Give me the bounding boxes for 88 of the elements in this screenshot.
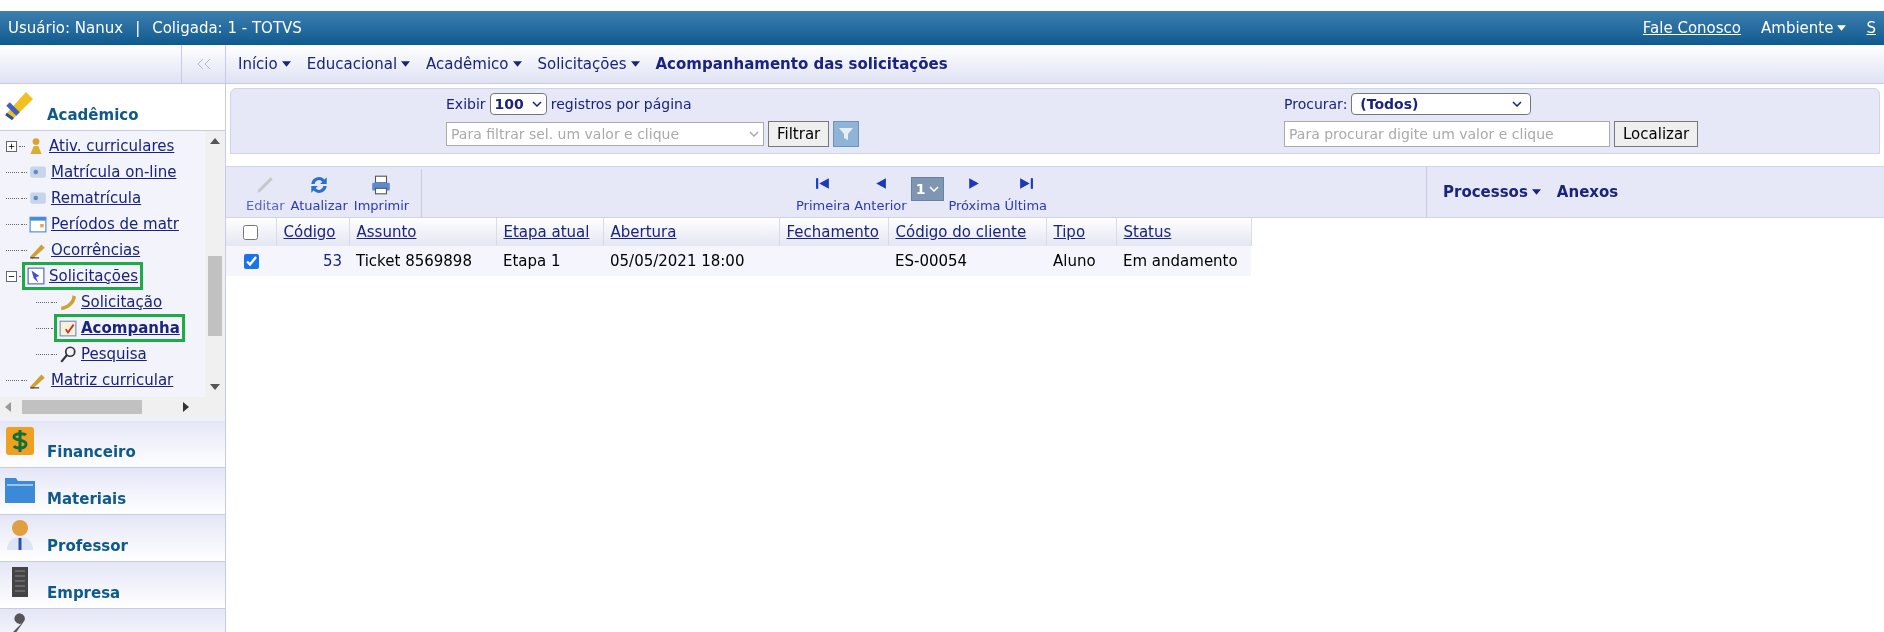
caret-icon (401, 61, 411, 67)
environment-menu[interactable]: Ambiente (1761, 16, 1847, 40)
toolbar-menu[interactable]: Processos (1443, 180, 1541, 204)
tree-link[interactable]: Ocorrências (51, 238, 141, 262)
breadcrumb-menu[interactable]: Acadêmico (426, 52, 522, 76)
table-cell: Em andamento (1116, 246, 1251, 276)
caret-icon (512, 61, 522, 67)
caret-icon (1531, 189, 1541, 195)
search-label: Procurar: (1284, 94, 1348, 114)
toolbar-button[interactable]: Imprimir (353, 173, 410, 215)
person-icon (4, 519, 36, 551)
scroll-thumb[interactable] (22, 400, 142, 414)
toolbar-button[interactable]: Atualizar (290, 173, 348, 215)
pencil-icon (29, 241, 47, 259)
card-icon (29, 163, 47, 181)
dollar-icon (4, 425, 36, 457)
table-cell: Aluno (1046, 246, 1116, 276)
tree-link[interactable]: Períodos de matr (51, 212, 179, 236)
scroll-up-icon (210, 138, 220, 144)
header-link[interactable]: Fale Conosco (1642, 16, 1742, 40)
chevron-down-icon (1512, 101, 1523, 107)
tree-link[interactable]: Ativ. curriculares (49, 134, 175, 158)
row-checkbox[interactable] (243, 253, 259, 269)
tree-link[interactable]: Solicitação (81, 290, 163, 314)
plus-icon (8, 142, 15, 150)
caret-icon (630, 61, 640, 67)
separator-text: | (135, 17, 141, 39)
show-label: Exibir (446, 94, 486, 114)
scroll-right-icon (183, 402, 189, 412)
horizontal-scrollbar[interactable] (0, 397, 225, 417)
page-title: Acompanhamento das solicitações (655, 53, 948, 75)
tree-link[interactable]: Rematrícula (51, 186, 142, 210)
breadcrumb-menu[interactable]: Início (238, 52, 291, 76)
double-chevron-icon (196, 58, 211, 70)
card-icon (29, 189, 47, 207)
module-tab[interactable]: Financeiro (0, 421, 225, 468)
breadcrumb-menu[interactable]: Educacional (306, 52, 411, 76)
select-all-checkbox[interactable] (243, 224, 259, 240)
search-field-select[interactable]: (Todos) (1351, 93, 1532, 115)
calendar-check-icon (59, 319, 77, 337)
filter-button[interactable]: Filtrar (768, 121, 830, 147)
module-tab[interactable]: Acadêmico (0, 84, 225, 131)
breadcrumb-menu[interactable]: Solicitações (537, 52, 640, 76)
tree-link[interactable]: Matrícula on-line (51, 160, 177, 184)
header-link[interactable]: S (1866, 16, 1876, 40)
page-size-select[interactable]: 100 (489, 93, 547, 115)
pager-button[interactable]: Próxima (948, 176, 1001, 215)
table-cell: Etapa 1 (496, 246, 603, 276)
flag-icon (27, 267, 45, 285)
tree-link[interactable]: Pesquisa (81, 342, 147, 366)
scroll-down-icon (210, 384, 220, 390)
locate-button[interactable]: Localizar (1614, 121, 1699, 147)
printer-icon (370, 173, 393, 196)
module-tab[interactable]: Professor (0, 515, 225, 562)
table-cell: ES-00054 (888, 246, 1046, 276)
funnel-icon (838, 126, 855, 142)
funnel-button[interactable] (833, 121, 860, 147)
caret-icon (281, 61, 291, 67)
company-label: Coligada: 1 - TOTVS (152, 17, 302, 39)
scroll-thumb[interactable] (208, 256, 222, 336)
per-page-label: registros por página (550, 94, 692, 114)
magnifier-icon (59, 345, 77, 363)
chevron-down-icon (531, 101, 542, 107)
table-cell: 53 (276, 246, 349, 276)
chevron-down-icon (929, 186, 940, 192)
table-cell: Ticket 8569898 (349, 246, 496, 276)
module-tab[interactable]: Materiais (0, 468, 225, 515)
chevron-down-icon (749, 131, 759, 137)
caret-icon (1837, 25, 1847, 31)
first-page-icon (815, 176, 832, 190)
calendar-icon (29, 215, 47, 233)
expand-toggle[interactable] (6, 270, 17, 282)
pager-button[interactable]: Primeira (796, 176, 851, 215)
tree-link[interactable]: Acompanha (81, 316, 180, 340)
tree-link[interactable]: Solicitações (49, 264, 138, 288)
search-input[interactable]: Para procurar digite um valor e clique (1284, 121, 1610, 147)
toolbar-menu[interactable]: Anexos (1556, 180, 1619, 204)
pager-button[interactable]: Anterior (854, 176, 907, 215)
scroll-left-icon (5, 402, 11, 412)
vertical-scrollbar[interactable] (205, 131, 225, 397)
last-page-icon (1017, 176, 1034, 190)
table-cell: 05/05/2021 18:00 (603, 246, 779, 276)
user-label: Usuário: Nanux (8, 17, 124, 39)
module-tab[interactable]: Empresa (0, 562, 225, 609)
pager-button[interactable]: Última (1004, 176, 1048, 215)
expand-toggle[interactable] (6, 140, 17, 152)
pencil-icon (29, 371, 47, 389)
tree-link[interactable]: Matriz curricular (51, 368, 174, 392)
